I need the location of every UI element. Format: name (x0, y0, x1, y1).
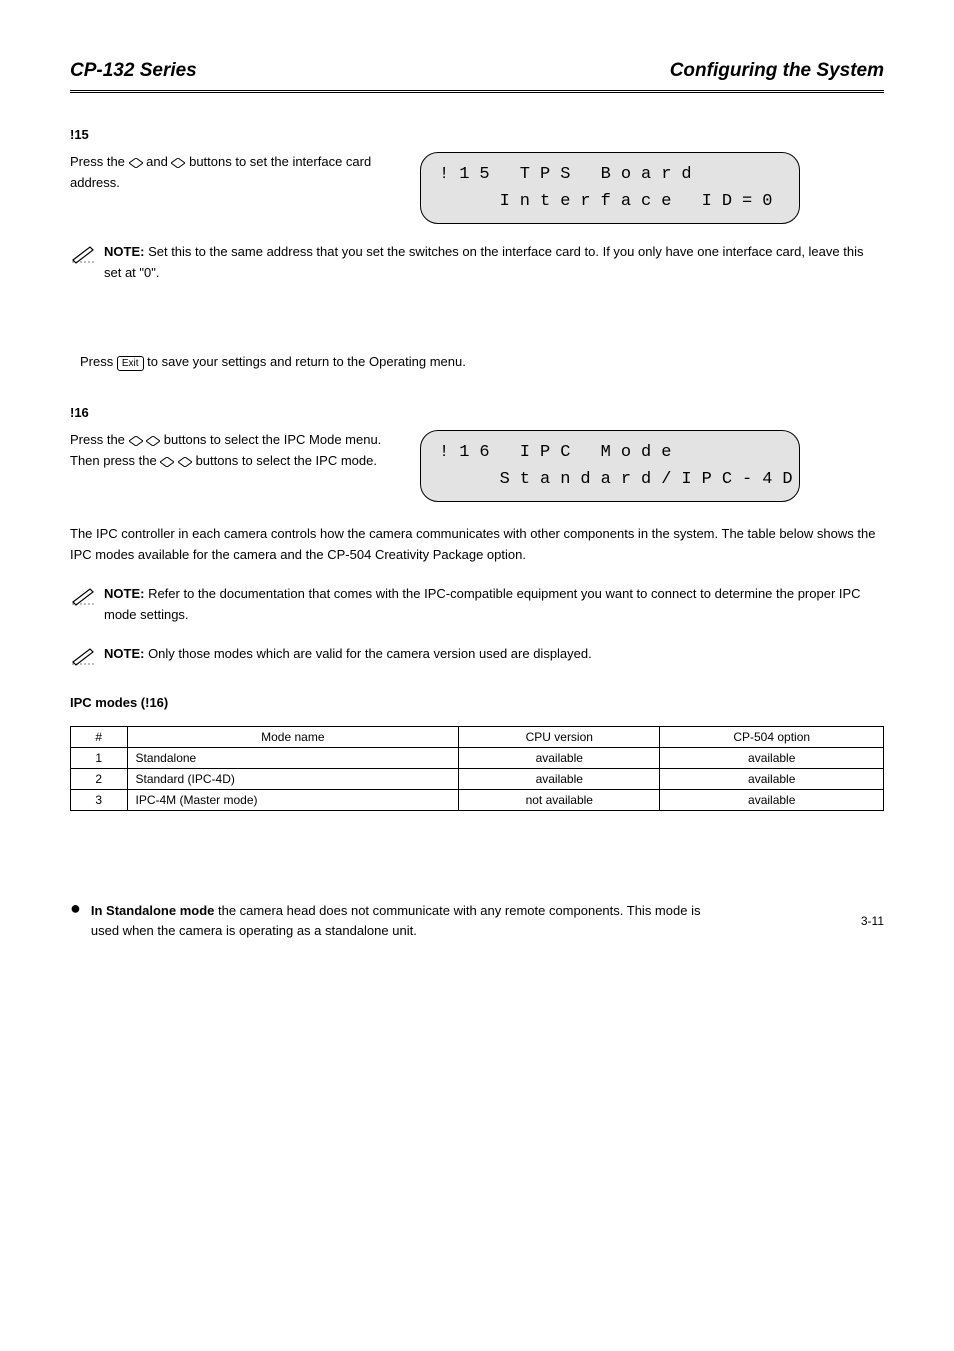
pencil-icon (70, 644, 104, 669)
diamond-icon (178, 453, 192, 468)
bullet-head: In Standalone mode (91, 903, 218, 918)
note-15: NOTE: Set this to the same address that … (70, 242, 884, 284)
diamond-icon (129, 432, 143, 447)
note-label: NOTE: (104, 244, 144, 259)
s16-paragraph: The IPC controller in each camera contro… (70, 524, 884, 566)
page-header: CP-132 Series Configuring the System (70, 60, 884, 82)
note-16-2: NOTE: Only those modes which are valid f… (70, 644, 884, 669)
section-16: !16 Press the buttons to select the IPC … (70, 405, 884, 811)
table-row: 1 Standalone available available (71, 747, 884, 768)
left-arrow-icon (129, 154, 147, 169)
section-16-number: !16 (70, 405, 884, 420)
diamond-icon (146, 432, 160, 447)
lcd-display-16: !16 IPC Mode Standard/IPC-4D (420, 430, 800, 502)
table-row: 2 Standard (IPC-4D) available available (71, 768, 884, 789)
header-section-title: Configuring the System (670, 60, 884, 82)
section-15-number: !15 (70, 127, 884, 142)
col-cp504-option: CP-504 option (660, 726, 884, 747)
col-cpu-version: CPU version (459, 726, 660, 747)
header-series: CP-132 Series (70, 60, 197, 82)
header-rule-thick (70, 90, 884, 91)
table-row: 3 IPC-4M (Master mode) not available ava… (71, 789, 884, 810)
note-16-1: NOTE: Refer to the documentation that co… (70, 584, 884, 626)
s16-instruction-line2: Then press the buttons to select the IPC… (70, 451, 400, 472)
right-arrow-icon (171, 154, 189, 169)
page-number: 3-11 (861, 914, 884, 928)
table-header-row: # Mode name CPU version CP-504 option (71, 726, 884, 747)
note-15-text: Set this to the same address that you se… (104, 244, 863, 280)
standalone-mode-note: ● In Standalone mode the camera head doe… (70, 901, 710, 943)
save-exit-line: Press Exit to save your settings and ret… (80, 354, 884, 371)
col-num: # (71, 726, 128, 747)
ipc-modes-table: # Mode name CPU version CP-504 option 1 … (70, 726, 884, 811)
note-label: NOTE: (104, 646, 144, 661)
bullet-icon: ● (70, 901, 81, 915)
note-label: NOTE: (104, 586, 144, 601)
lcd-display-15: !15 TPS Board Interface ID=0 (420, 152, 800, 224)
note-16-2-text: Only those modes which are valid for the… (144, 646, 591, 661)
header-rule-thin (70, 92, 884, 93)
table-title: IPC modes (!16) (70, 695, 884, 710)
pencil-icon (70, 242, 104, 267)
note-16-1-text: Refer to the documentation that comes wi… (104, 586, 861, 622)
pencil-icon (70, 584, 104, 609)
col-mode-name: Mode name (127, 726, 459, 747)
s15-instruction: Press the and buttons to set the interfa… (70, 154, 371, 190)
section-15: !15 Press the and buttons to set the int… (70, 127, 884, 284)
exit-button[interactable]: Exit (117, 356, 144, 371)
diamond-icon (160, 453, 174, 468)
s16-instruction-line1: Press the buttons to select the IPC Mode… (70, 430, 400, 451)
